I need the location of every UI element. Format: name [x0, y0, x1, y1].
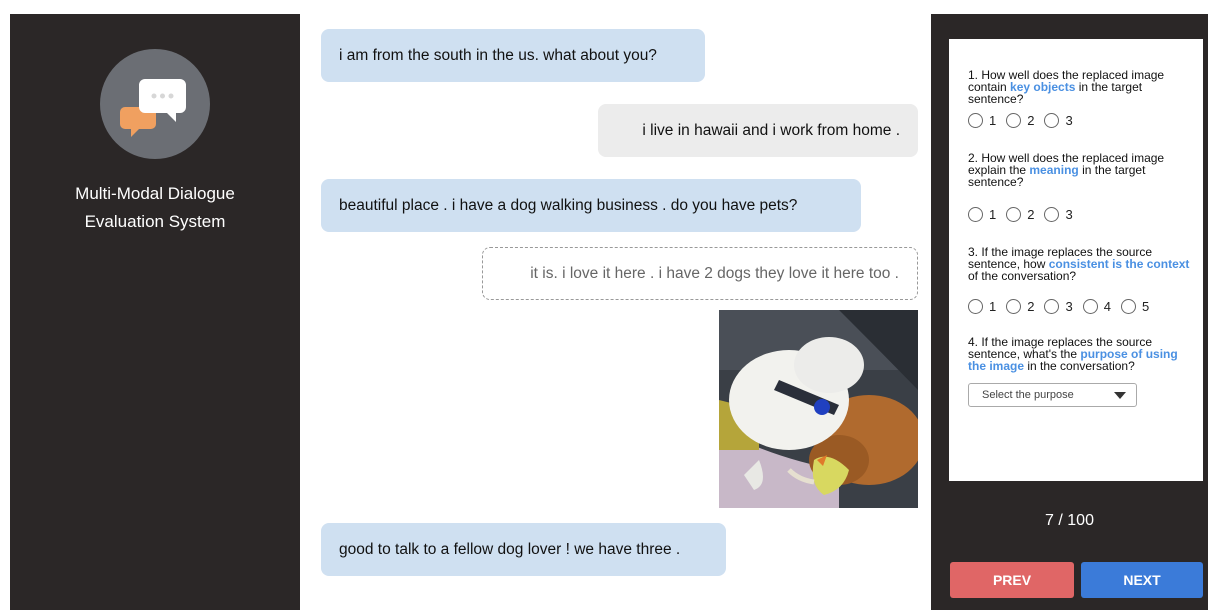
question-2-option-3[interactable]: 3	[1044, 207, 1073, 222]
next-button[interactable]: NEXT	[1081, 562, 1203, 598]
survey-form: 1. How well does the replaced image cont…	[949, 39, 1203, 481]
dogs-photo	[719, 310, 918, 508]
question-2-keyword: meaning	[1029, 163, 1079, 177]
question-3: 3. If the image replaces the source sent…	[968, 246, 1193, 314]
purpose-select[interactable]: Select the purpose	[968, 383, 1137, 407]
sidebar: Multi-Modal Dialogue Evaluation System	[10, 14, 300, 610]
radio-icon[interactable]	[1006, 207, 1022, 222]
question-3-options: 1 2 3 4 5	[968, 299, 1193, 314]
question-1-text: 1. How well does the replaced image cont…	[968, 68, 1165, 106]
question-1-option-2[interactable]: 2	[1006, 113, 1034, 128]
photo-two-dogs-sleeping-icon	[719, 310, 918, 508]
message-bubble: i live in hawaii and i work from home .	[598, 104, 918, 157]
question-3-option-2[interactable]: 2	[1006, 299, 1034, 314]
radio-icon[interactable]	[1006, 113, 1022, 128]
question-3-option-3[interactable]: 3	[1044, 299, 1073, 314]
radio-icon[interactable]	[1120, 299, 1136, 314]
question-2-options: 1 2 3	[968, 207, 1193, 222]
message-bubble: i am from the south in the us. what abou…	[321, 29, 705, 82]
radio-icon[interactable]	[1044, 299, 1060, 314]
question-4-text: 4. If the image replaces the source sent…	[968, 335, 1178, 373]
question-2-option-1[interactable]: 1	[968, 207, 996, 222]
radio-icon[interactable]	[1044, 113, 1060, 128]
conversation: i am from the south in the us. what abou…	[300, 0, 930, 610]
question-2: 2. How well does the replaced image expl…	[968, 152, 1193, 222]
question-3-option-5[interactable]: 5	[1120, 299, 1149, 314]
question-1-option-1[interactable]: 1	[968, 113, 996, 128]
question-1-option-3[interactable]: 3	[1044, 113, 1073, 128]
question-1: 1. How well does the replaced image cont…	[968, 69, 1193, 128]
radio-icon[interactable]	[968, 113, 983, 128]
radio-icon[interactable]	[1044, 207, 1060, 222]
purpose-select-value: Select the purpose	[982, 389, 1074, 401]
app-logo	[100, 49, 210, 159]
app-title-line1: Multi-Modal Dialogue	[75, 184, 235, 203]
target-message-bubble: it is. i love it here . i have 2 dogs th…	[482, 247, 918, 300]
app-title: Multi-Modal Dialogue Evaluation System	[10, 180, 300, 236]
question-1-options: 1 2 3	[968, 113, 1193, 128]
message-bubble: beautiful place . i have a dog walking b…	[321, 179, 861, 232]
question-4: 4. If the image replaces the source sent…	[968, 336, 1193, 407]
prev-button[interactable]: PREV	[950, 562, 1074, 598]
radio-icon[interactable]	[1082, 299, 1098, 314]
radio-icon[interactable]	[968, 207, 983, 222]
chevron-down-icon	[1114, 391, 1126, 399]
chat-bubbles-icon	[120, 79, 186, 137]
question-2-option-2[interactable]: 2	[1006, 207, 1034, 222]
question-3-option-1[interactable]: 1	[968, 299, 996, 314]
question-3-option-4[interactable]: 4	[1082, 299, 1111, 314]
progress-counter: 7 / 100	[1045, 512, 1094, 529]
app-title-line2: Evaluation System	[84, 212, 226, 231]
message-bubble: good to talk to a fellow dog lover ! we …	[321, 523, 726, 576]
question-2-text: 2. How well does the replaced image expl…	[968, 151, 1165, 189]
evaluation-panel: 1. How well does the replaced image cont…	[931, 14, 1208, 610]
radio-icon[interactable]	[1006, 299, 1022, 314]
radio-icon[interactable]	[968, 299, 983, 314]
question-3-text: 3. If the image replaces the source sent…	[968, 245, 1190, 283]
